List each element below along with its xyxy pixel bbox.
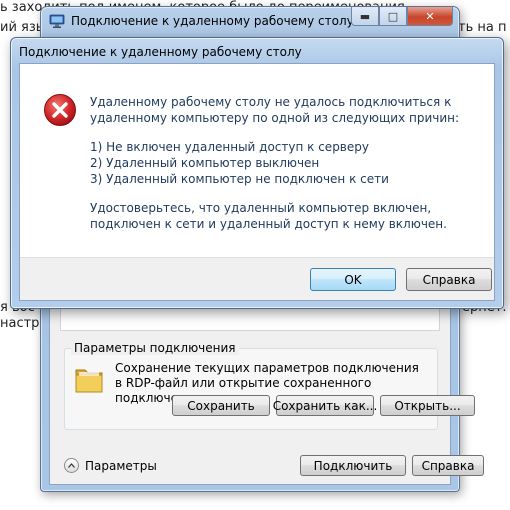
error-message: Удаленному рабочему столу не удалось под…	[90, 95, 460, 125]
background-text-line-4: настр	[0, 316, 40, 331]
maximize-button[interactable]: □	[379, 7, 407, 26]
chevron-up-icon	[64, 458, 79, 473]
rdp-titlebar[interactable]: Подключение к удаленному рабочему столу …	[41, 7, 459, 35]
error-reason-item: 2) Удаленный компьютер выключен	[90, 156, 320, 170]
minimize-icon: ▬	[359, 9, 371, 23]
tab-panel-bottom	[60, 308, 440, 331]
error-reasons-list: 1) Не включен удаленный доступ к серверу…	[90, 139, 485, 187]
save-as-button[interactable]: Сохранить как...	[273, 395, 377, 416]
caption-buttons: ▬ □ ✕	[351, 7, 453, 26]
open-button[interactable]: Открыть...	[380, 395, 475, 416]
rdp-help-button[interactable]: Справка	[412, 455, 484, 476]
maximize-icon: □	[387, 9, 399, 23]
error-dialog-client: Удаленному рабочему столу не удалось под…	[19, 63, 495, 301]
options-toggle-label: Параметры	[85, 458, 157, 473]
options-toggle[interactable]: Параметры	[64, 458, 157, 473]
error-icon	[44, 94, 76, 126]
screen: ь заходить под именем, которое было до п…	[0, 0, 510, 510]
rdp-window-title: Подключение к удаленному рабочему столу	[71, 14, 354, 28]
error-message-block: Удаленному рабочему столу не удалось под…	[90, 94, 485, 245]
error-reason-item: 1) Не включен удаленный доступ к серверу	[90, 140, 369, 154]
error-help-button[interactable]: Справка	[406, 268, 492, 291]
folder-icon	[75, 369, 103, 393]
error-dialog-title: Подключение к удаленному рабочему столу	[19, 45, 302, 59]
rdp-client-area: Параметры подключения Сохранение текущих…	[49, 307, 484, 485]
connect-button[interactable]: Подключить	[300, 455, 406, 476]
error-reason-item: 3) Удаленный компьютер не подключен к се…	[90, 172, 389, 186]
save-button[interactable]: Сохранить	[172, 395, 270, 416]
connection-settings-legend: Параметры подключения	[71, 341, 239, 355]
ok-button[interactable]: OK	[310, 268, 396, 291]
error-advice: Удостоверьтесь, что удаленный компьютер …	[90, 201, 447, 231]
close-button[interactable]: ✕	[407, 7, 453, 26]
connection-settings-group: Параметры подключения Сохранение текущих…	[64, 341, 475, 430]
background-text-line-2-right: ть на п	[458, 20, 507, 35]
remote-desktop-icon	[49, 14, 65, 28]
connection-settings-description: Сохранение текущих параметров подключени…	[115, 361, 419, 405]
minimize-button[interactable]: ▬	[351, 7, 379, 26]
error-dialog-footer: OK Справка	[20, 257, 494, 300]
close-icon: ✕	[425, 9, 435, 23]
error-dialog: Подключение к удаленному рабочему столу …	[10, 37, 504, 309]
